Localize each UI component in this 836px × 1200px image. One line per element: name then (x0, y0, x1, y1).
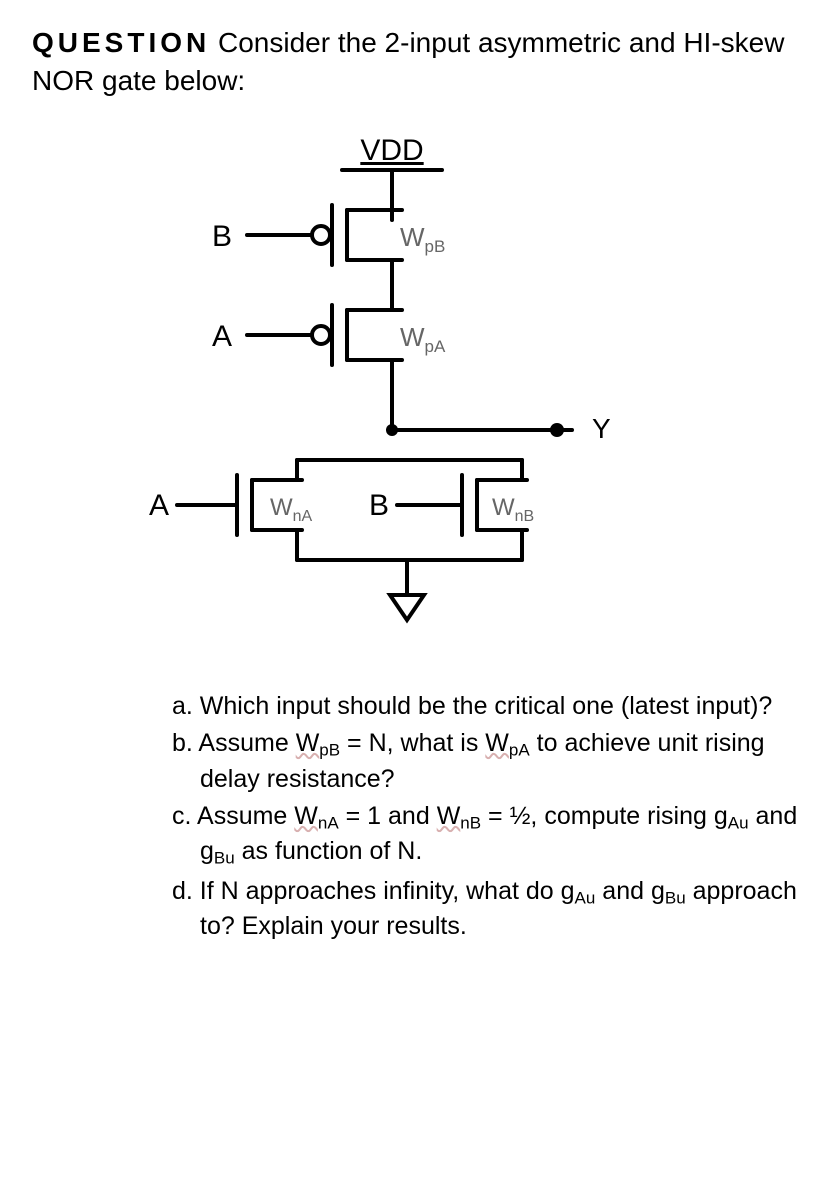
nmos-b-input-label: B (369, 489, 389, 522)
wnb-term: WnB (437, 802, 481, 830)
part-a: a. Which input should be the critical on… (172, 690, 804, 724)
question-parts: a. Which input should be the critical on… (32, 690, 804, 944)
part-d-t1: If N approaches infinity, what do (200, 877, 561, 905)
question-lead: QUESTION (32, 27, 210, 58)
part-a-lead: a. (172, 692, 200, 720)
wpb-label: WpB (400, 222, 445, 256)
part-c-t5: as function of N. (235, 837, 423, 865)
pmos-a-input-label: A (212, 320, 232, 353)
wnb-label: WnB (492, 494, 534, 525)
wna-label: WnA (270, 494, 313, 525)
part-c-lead: c. (172, 802, 197, 830)
nmos-a-input-label: A (149, 489, 169, 522)
part-d-t2: and (595, 877, 651, 905)
part-b: b. Assume WpB = N, what is WpA to achiev… (172, 727, 804, 796)
pmos-b-input-label: B (212, 220, 232, 253)
wpa-label: WpA (400, 322, 446, 356)
part-c-t3: = ½, compute rising (481, 802, 714, 830)
part-b-t1: Assume (198, 729, 295, 757)
gau-term-d: gAu (561, 877, 596, 905)
gbu-term-d: gBu (651, 877, 686, 905)
part-a-text: Which input should be the critical one (… (200, 692, 773, 720)
part-d-lead: d. (172, 877, 200, 905)
part-c: c. Assume WnA = 1 and WnB = ½, compute r… (172, 800, 804, 870)
gau-term: gAu (714, 802, 749, 830)
wpb-term: WpB (296, 729, 340, 757)
part-b-t2: = N, what is (340, 729, 485, 757)
wna-term: WnA (294, 802, 338, 830)
part-c-t1: Assume (197, 802, 294, 830)
part-d: d. If N approaches infinity, what do gAu… (172, 875, 804, 944)
part-c-t4: and (749, 802, 798, 830)
circuit-diagram: VDD B WpB A WpA Y (32, 130, 804, 650)
gbu-term: gBu (200, 837, 235, 865)
output-y-label: Y (592, 413, 611, 444)
part-c-t2: = 1 and (339, 802, 437, 830)
question-prompt: QUESTION Consider the 2-input asymmetric… (32, 24, 804, 100)
vdd-label: VDD (360, 134, 423, 167)
part-b-lead: b. (172, 729, 198, 757)
wpa-term: WpA (485, 729, 529, 757)
